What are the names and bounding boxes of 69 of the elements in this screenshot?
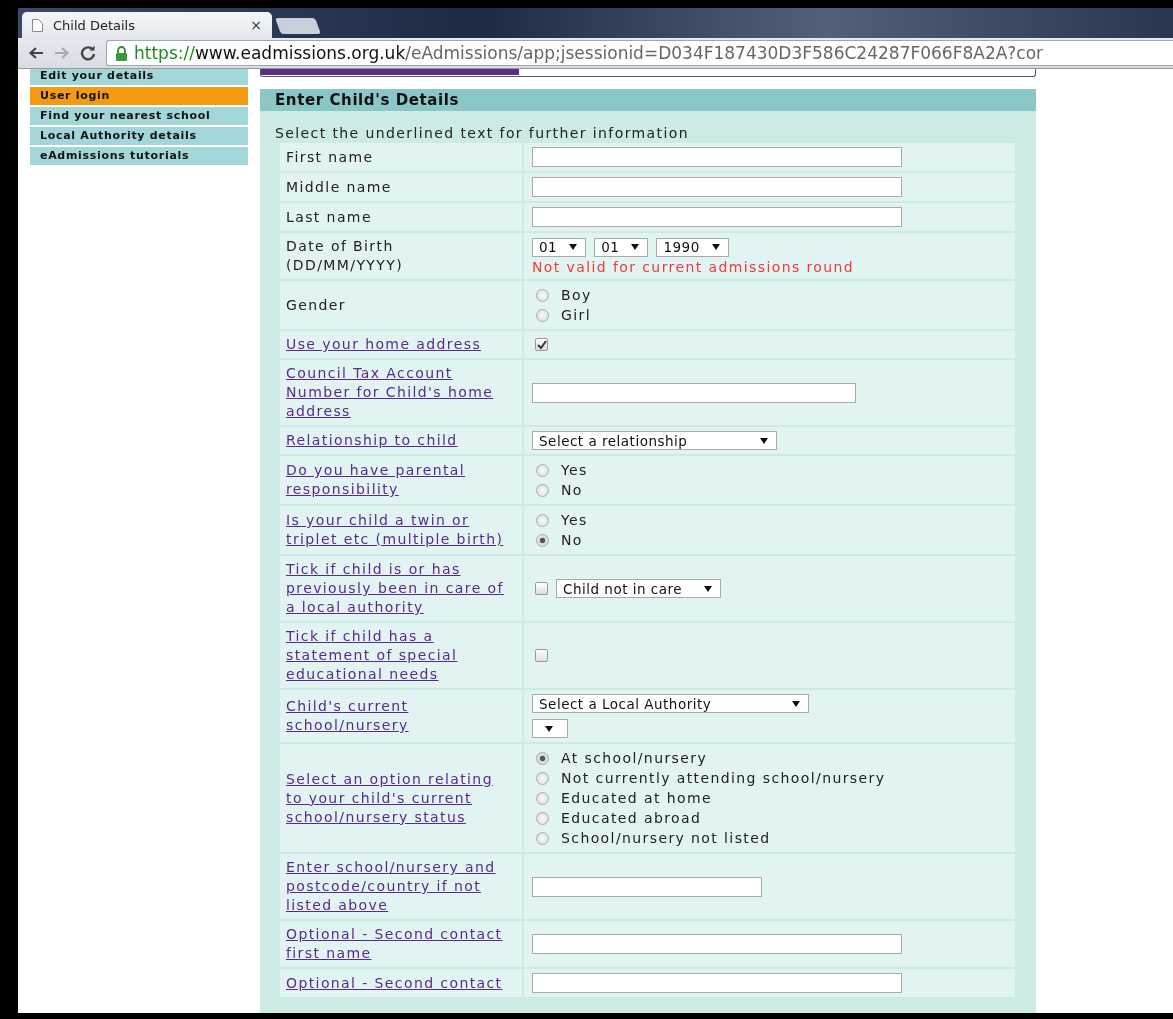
form-title: Enter Child's Details xyxy=(260,89,1036,111)
text-input[interactable] xyxy=(532,207,902,227)
caret-icon xyxy=(711,244,720,250)
forward-icon[interactable] xyxy=(54,46,70,60)
caret-icon xyxy=(760,437,768,444)
radio-button[interactable] xyxy=(536,771,549,785)
error-message: Not valid for current admissions round xyxy=(532,258,856,275)
text-input[interactable] xyxy=(532,147,902,167)
text-input[interactable] xyxy=(532,382,856,403)
sidebar-item[interactable]: Find your nearest school xyxy=(30,107,248,125)
text-input[interactable] xyxy=(532,973,902,993)
dropdown[interactable]: Select a relationship xyxy=(532,431,777,450)
radio-label: Yes xyxy=(561,462,588,478)
field-label: Middle name xyxy=(286,177,393,197)
radio-label: Yes xyxy=(561,512,588,528)
sidebar-item[interactable]: eAdmissions tutorials xyxy=(30,147,248,165)
dropdown[interactable]: 01 xyxy=(594,237,649,257)
radio-label: Educated at home xyxy=(561,790,712,806)
radio-label: No xyxy=(561,532,583,548)
dropdown[interactable]: 1990 xyxy=(656,237,729,257)
field-label: First name xyxy=(286,147,375,167)
caret-icon xyxy=(792,700,800,707)
radio-label: School/nursery not listed xyxy=(561,830,771,846)
sidebar-item[interactable]: Local Authority details xyxy=(30,127,248,145)
dropdown[interactable]: 01 xyxy=(532,237,587,257)
text-input[interactable] xyxy=(532,934,902,954)
sidebar-item[interactable]: Edit your details xyxy=(30,69,248,85)
checkbox[interactable] xyxy=(535,338,548,351)
field-hint: (DD/MM/YYYY) xyxy=(286,256,405,275)
field-label: Last name xyxy=(286,207,373,227)
dropdown[interactable] xyxy=(532,719,568,738)
close-tab-button[interactable]: × xyxy=(250,17,262,33)
radio-label: Not currently attending school/nursery xyxy=(561,770,886,786)
browser-tab[interactable]: Child Details × xyxy=(22,12,272,38)
radio-label: No xyxy=(561,482,583,498)
radio-button[interactable] xyxy=(536,533,549,547)
caret-icon xyxy=(631,244,640,250)
field-label: Date of Birth xyxy=(286,237,395,256)
page-icon xyxy=(32,18,43,32)
address-bar[interactable]: https://www.eadmissions.org.uk/eAdmissions/app;jsessionid=D034F187430D3F586C24287F066F8A2A?cor xyxy=(106,40,1173,66)
caret-icon xyxy=(704,585,712,592)
checkbox[interactable] xyxy=(535,649,548,662)
field-label: Gender xyxy=(286,295,347,315)
radio-label: Girl xyxy=(561,307,591,323)
lock-icon xyxy=(115,45,128,61)
radio-button[interactable] xyxy=(536,483,549,497)
sidebar-item[interactable]: User login xyxy=(30,87,248,105)
new-tab-button[interactable] xyxy=(275,18,321,34)
back-icon[interactable] xyxy=(28,46,44,60)
checkbox[interactable] xyxy=(535,582,548,595)
text-input[interactable] xyxy=(532,876,762,897)
caret-icon xyxy=(569,244,578,250)
caret-icon xyxy=(545,725,553,732)
radio-button[interactable] xyxy=(536,463,549,477)
radio-button[interactable] xyxy=(536,831,549,845)
radio-button[interactable] xyxy=(536,513,549,527)
radio-button[interactable] xyxy=(536,811,549,825)
dropdown[interactable]: Child not in care xyxy=(556,579,721,598)
radio-button[interactable] xyxy=(536,308,549,322)
radio-label: At school/nursery xyxy=(561,750,708,766)
dropdown[interactable]: Select a Local Authority xyxy=(532,694,809,713)
radio-button[interactable] xyxy=(536,288,549,302)
form-instructions: Select the underlined text for further information xyxy=(274,124,690,143)
reload-icon[interactable] xyxy=(80,45,96,61)
radio-button[interactable] xyxy=(536,791,549,805)
radio-button[interactable] xyxy=(536,751,549,765)
radio-label: Boy xyxy=(561,287,592,303)
text-input[interactable] xyxy=(532,177,902,197)
radio-label: Educated abroad xyxy=(561,810,702,826)
